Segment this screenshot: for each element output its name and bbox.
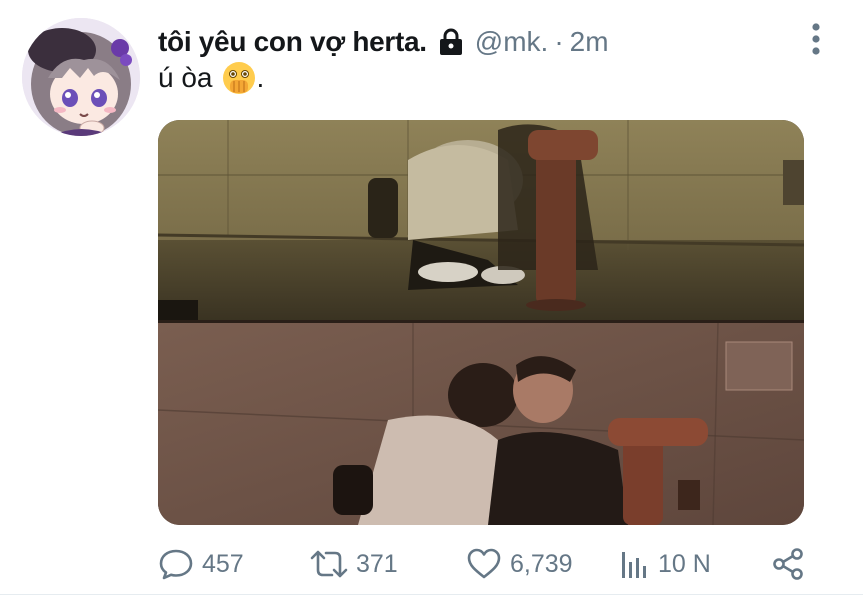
heart-icon xyxy=(467,548,501,579)
share-button[interactable] xyxy=(770,540,806,588)
reply-count: 457 xyxy=(202,549,244,578)
display-name[interactable]: tôi yêu con vợ herta. xyxy=(158,26,427,58)
like-count: 6,739 xyxy=(510,549,573,578)
reply-button[interactable]: 457 xyxy=(158,540,244,588)
retweet-button[interactable]: 371 xyxy=(310,540,398,588)
tweet: tôi yêu con vợ herta. @mk. · 2m ú òa . 4… xyxy=(0,0,863,600)
reply-icon xyxy=(159,549,193,580)
tweet-text: ú òa . xyxy=(158,60,264,96)
like-button[interactable]: 6,739 xyxy=(466,540,573,588)
views-icon xyxy=(622,552,646,578)
lock-icon xyxy=(437,28,465,56)
face-with-hand-over-mouth-emoji xyxy=(221,60,257,96)
tweet-text-main: ú òa xyxy=(158,62,213,93)
more-options-icon[interactable] xyxy=(804,22,828,56)
retweet-icon xyxy=(310,550,348,578)
tweet-actions: 457 371 6,739 10 N xyxy=(158,540,808,588)
media-top-panel xyxy=(158,120,804,320)
tweet-text-suffix: . xyxy=(256,62,265,93)
views-count: 10 N xyxy=(658,549,711,578)
separator-dot: · xyxy=(554,26,564,57)
avatar[interactable] xyxy=(22,18,140,136)
views-button[interactable]: 10 N xyxy=(620,540,711,588)
retweet-count: 371 xyxy=(356,549,398,578)
tweet-media-image[interactable] xyxy=(158,120,804,525)
user-handle[interactable]: @mk. xyxy=(475,26,549,58)
bottom-divider xyxy=(0,594,863,595)
media-bottom-panel xyxy=(158,322,804,525)
timestamp[interactable]: 2m xyxy=(570,26,609,58)
tweet-header: tôi yêu con vợ herta. @mk. · 2m xyxy=(158,22,609,62)
share-icon xyxy=(773,548,803,580)
